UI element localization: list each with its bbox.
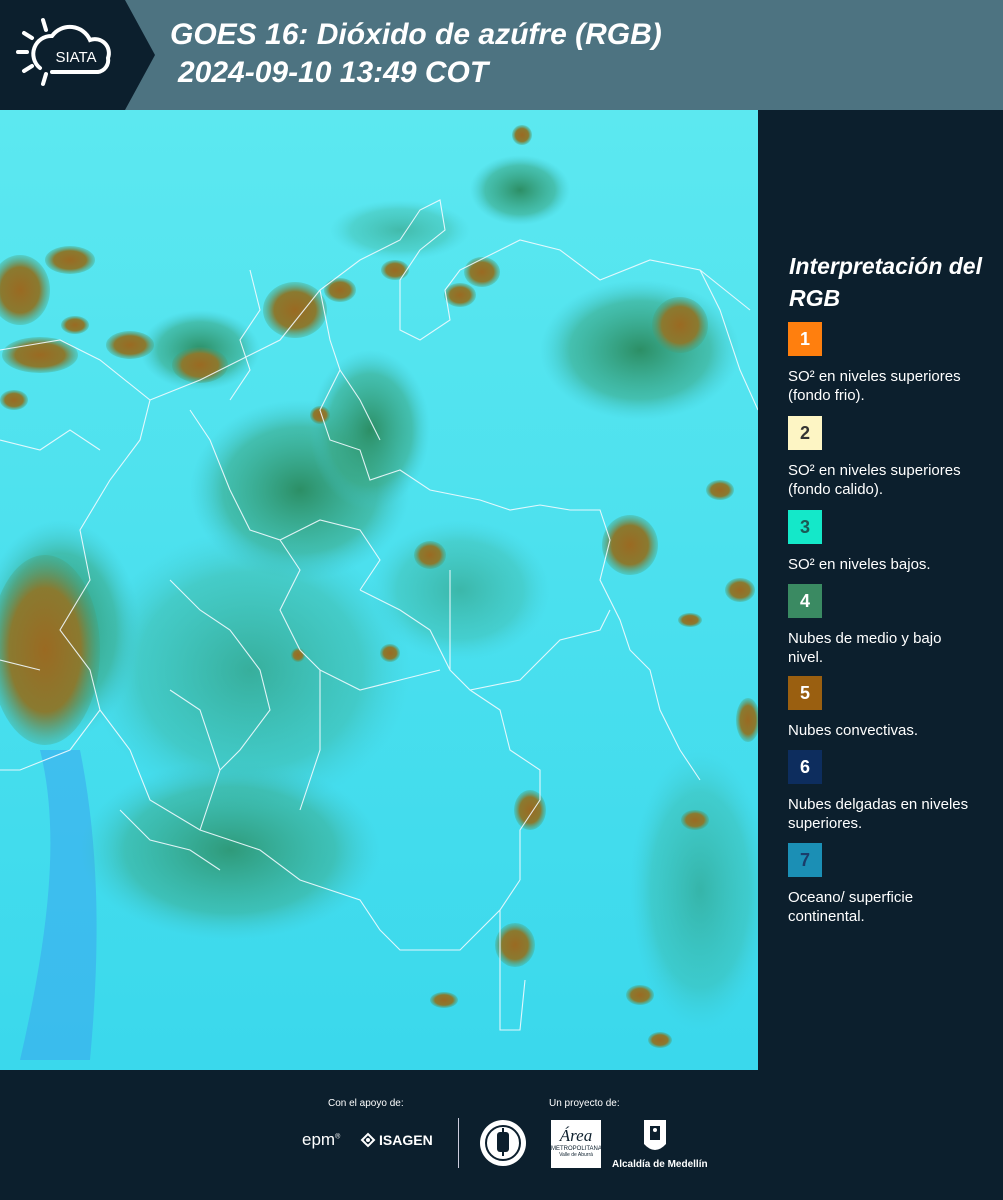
area-metropolitana-logo: Área METROPOLITANA Valle de Aburrá (551, 1120, 602, 1168)
legend-number: 3 (799, 516, 810, 537)
legend-label: SO² en niveles superiores (fondo frio). (788, 368, 961, 404)
legend-swatch: 5 (788, 676, 822, 710)
legend-label: SO² en niveles superiores (fondo calido)… (788, 462, 961, 498)
legend-number: 7 (799, 849, 810, 870)
project-label: Un proyecto de: (549, 1098, 620, 1109)
area-name: Área (559, 1126, 593, 1145)
legend-number: 4 (799, 590, 810, 611)
legend-swatch: 3 (788, 510, 822, 544)
siata-logo: SIATA (0, 0, 155, 110)
epm-text: epm (302, 1130, 336, 1149)
legend-item: 2 SO² en niveles superiores (fondo calid… (788, 416, 993, 499)
legend-label: Nubes de medio y bajo nivel. (788, 630, 942, 666)
logo-text: SIATA (55, 49, 96, 66)
legend-swatch: 2 (788, 416, 822, 450)
alcaldia-text: Alcaldía de Medellín (612, 1159, 708, 1170)
satellite-map[interactable] (0, 110, 758, 1070)
header: SIATA GOES 16: Dióxido de azúfre (RGB) 2… (0, 0, 1003, 110)
legend-panel: Interpretación del RGB 1 SO² en niveles … (758, 110, 1003, 1070)
legend-item: 1 SO² en niveles superiores (fondo frio)… (788, 322, 993, 405)
isagen-logo: ISAGEN (360, 1132, 433, 1148)
legend-label: SO² en niveles bajos. (788, 556, 931, 573)
legend-item: 6 Nubes delgadas en niveles superiores. (788, 750, 993, 833)
legend-item: 4 Nubes de medio y bajo nivel. (788, 584, 993, 667)
area-sub2: Valle de Aburrá (559, 1152, 593, 1158)
legend-item: 3 SO² en niveles bajos. (788, 510, 993, 574)
legend-number: 5 (799, 682, 810, 703)
legend-title: Interpretación del RGB (789, 253, 982, 311)
footer-divider (458, 1118, 459, 1168)
legend-number: 1 (799, 328, 810, 349)
legend-label: Nubes convectivas. (788, 722, 919, 739)
legend-item: 7 Oceano/ superficie continental. (788, 843, 993, 926)
title-line-1: GOES 16: Dióxido de azúfre (RGB) (170, 18, 662, 51)
footer: Con el apoyo de: Un proyecto de: epm® IS… (0, 1070, 1003, 1200)
title-line-2: 2024-09-10 13:49 COT (178, 56, 489, 89)
isagen-text: ISAGEN (379, 1132, 433, 1148)
legend-number: 6 (799, 756, 810, 777)
epm-logo: epm® (302, 1130, 341, 1149)
page-title: GOES 16: Dióxido de azúfre (RGB) 2024-09… (170, 16, 662, 92)
isagen-icon (360, 1132, 376, 1148)
alcaldia-shield-icon (642, 1118, 668, 1163)
legend-label: Nubes delgadas en niveles superiores. (788, 796, 969, 832)
legend-number: 2 (799, 422, 810, 443)
legend-swatch: 7 (788, 843, 822, 877)
medellin-seal-logo (478, 1118, 528, 1173)
legend-item: 5 Nubes convectivas. (788, 676, 993, 740)
legend-swatch: 4 (788, 584, 822, 618)
legend-label: Oceano/ superficie continental. (788, 889, 914, 925)
support-label: Con el apoyo de: (328, 1098, 404, 1109)
legend-swatch: 6 (788, 750, 822, 784)
legend-swatch: 1 (788, 322, 822, 356)
